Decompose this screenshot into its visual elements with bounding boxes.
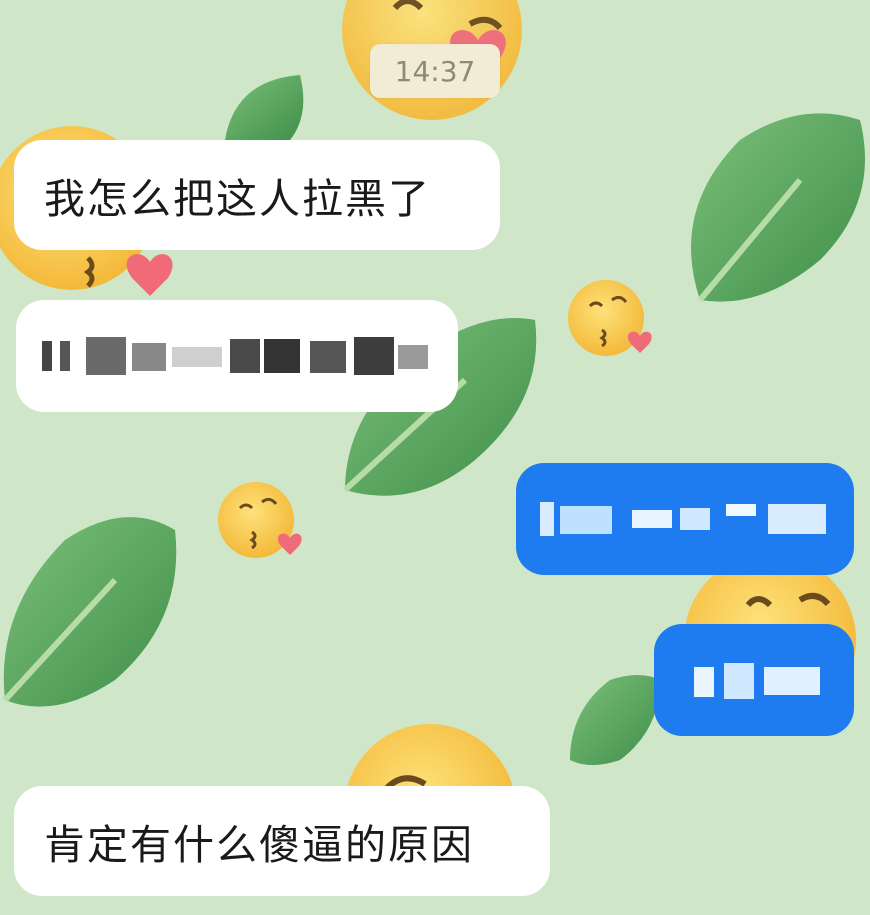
redacted-content	[540, 496, 830, 542]
chat-wallpaper	[0, 0, 865, 896]
outgoing-message-bubble[interactable]	[654, 624, 854, 736]
kissing-face-icon	[218, 482, 302, 558]
incoming-message-bubble[interactable]	[16, 300, 458, 412]
incoming-message-bubble[interactable]: 我怎么把这人拉黑了	[14, 140, 500, 250]
lettuce-icon	[225, 75, 304, 140]
message-text: 肯定有什么傻逼的原因	[44, 821, 474, 869]
chat-window: 14:37 我怎么把这人拉黑了 肯定有什么傻逼的原因	[0, 0, 870, 915]
redacted-content	[42, 333, 434, 379]
lettuce-icon	[2, 517, 177, 707]
lettuce-icon	[691, 113, 865, 302]
incoming-message-bubble[interactable]: 肯定有什么傻逼的原因	[14, 786, 550, 896]
redacted-content	[694, 657, 824, 703]
message-timestamp: 14:37	[370, 44, 500, 98]
kissing-face-icon	[568, 280, 652, 356]
outgoing-message-bubble[interactable]	[516, 463, 854, 575]
lettuce-icon	[570, 675, 660, 765]
message-text: 我怎么把这人拉黑了	[44, 175, 431, 223]
